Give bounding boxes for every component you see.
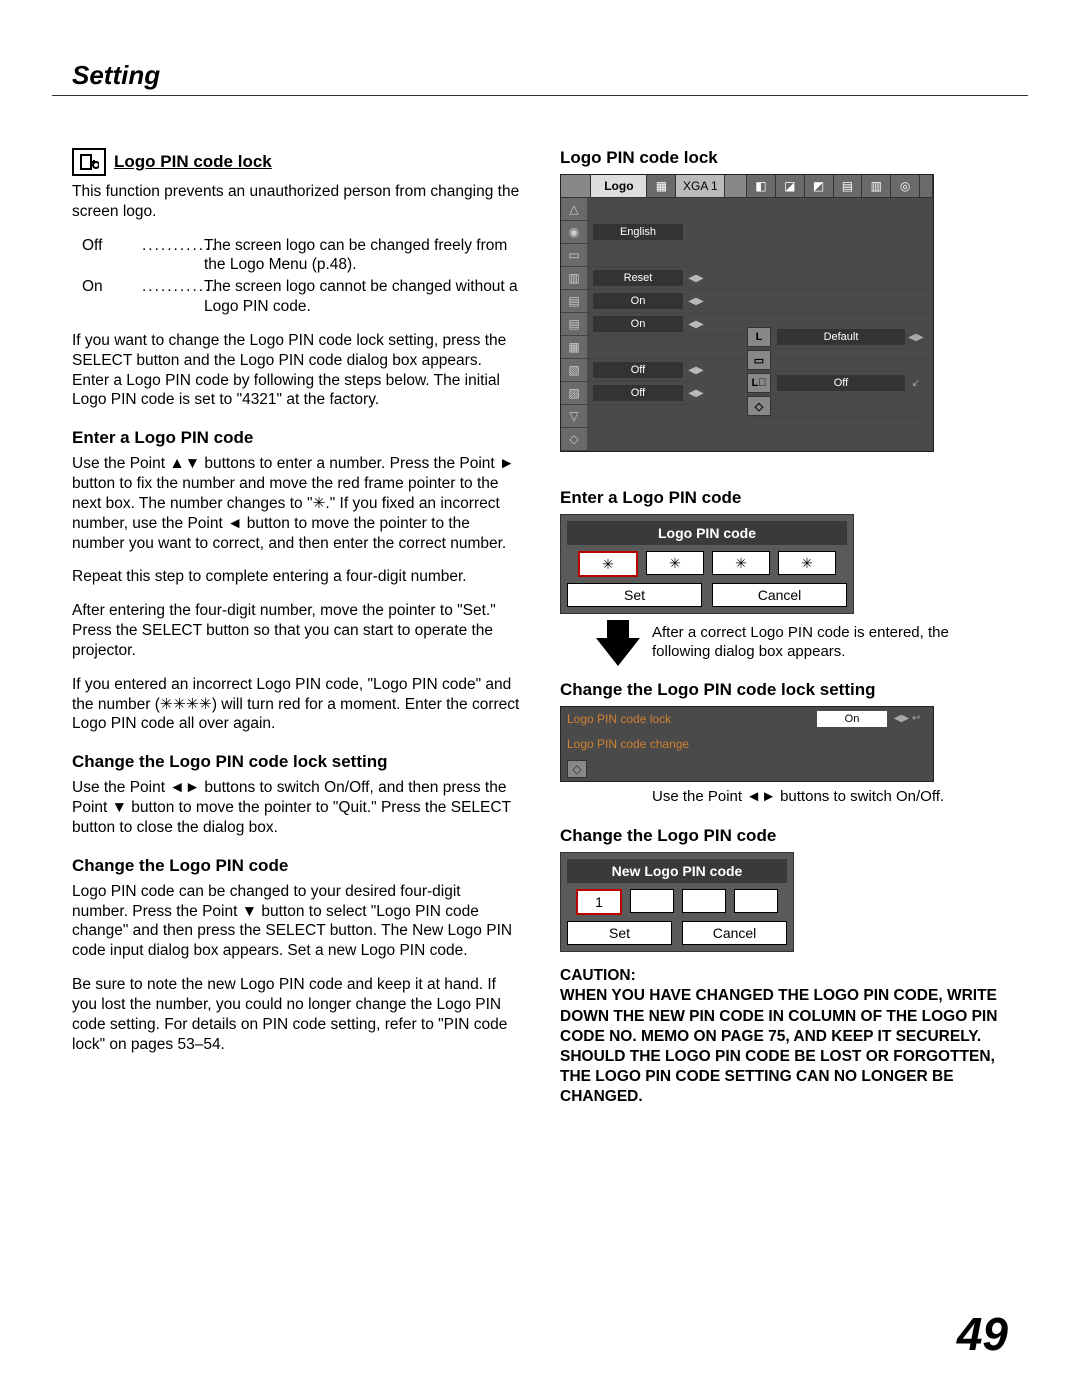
caution-body: when you have changed the logo PIN code,…: [560, 986, 1008, 1107]
side-screen-icon[interactable]: ▥: [561, 267, 587, 290]
lock-row-label-1[interactable]: Logo PIN code lock: [567, 712, 817, 726]
heading-change-lock: Change the Logo PIN code lock setting: [72, 752, 520, 772]
panel-top-icon-2: ◧: [747, 175, 776, 197]
setting-on1[interactable]: On: [593, 293, 683, 309]
right-heading-panel: Logo PIN code lock: [560, 148, 1008, 168]
new-pin-digit-3[interactable]: [682, 889, 726, 913]
arrows-icon: ◀▶: [687, 362, 705, 378]
lock-row-val-1[interactable]: On: [817, 711, 887, 727]
panel-logo-label: Logo: [591, 175, 647, 197]
header-rule: [52, 95, 1028, 96]
extra-capture-icon: ▭: [747, 350, 771, 370]
panel-corner-icon: [561, 175, 591, 197]
side-up-icon[interactable]: △: [561, 198, 587, 221]
panel-gap: [725, 175, 747, 197]
setting-off3[interactable]: Off: [777, 375, 905, 391]
arrows-icon: ◀▶: [905, 332, 927, 343]
setting-default[interactable]: Default: [777, 329, 905, 345]
panel-top-icon-4: ◩: [805, 175, 834, 197]
arrows-back-icon: ◀▶ ↩: [887, 713, 927, 724]
setting-reset[interactable]: Reset: [593, 270, 683, 286]
pin-digit-3[interactable]: ✳: [712, 551, 770, 575]
setting-english[interactable]: English: [593, 224, 683, 240]
setting-off2[interactable]: Off: [593, 385, 683, 401]
dots: ............: [142, 236, 204, 276]
off-key: Off: [82, 236, 142, 276]
extra-quit-icon: ◇: [747, 396, 771, 416]
pin-set-button[interactable]: Set: [567, 583, 702, 607]
new-pin-digit-4[interactable]: [734, 889, 778, 913]
side-quit-icon[interactable]: ◇: [561, 428, 587, 451]
panel-top-icon-5: ▤: [834, 175, 863, 197]
panel-top-icon-6: ▥: [862, 175, 891, 197]
settings-panel: Logo ▦ XGA 1 ◧ ◪ ◩ ▤ ▥ ◎ △ ◉ ▭: [560, 174, 934, 452]
enter-p3: After entering the four-digit number, mo…: [72, 601, 520, 660]
pin-digit-4[interactable]: ✳: [778, 551, 836, 575]
page-number: 49: [957, 1307, 1008, 1361]
panel-mode-label: XGA 1: [676, 175, 725, 197]
enter-p1: Use the Point ▲▼ buttons to enter a numb…: [72, 454, 520, 553]
new-pin-set-button[interactable]: Set: [567, 921, 672, 945]
pin-dialog: Logo PIN code ✳ ✳ ✳ ✳ Set Cancel: [560, 514, 854, 614]
heading-enter-pin: Enter a Logo PIN code: [72, 428, 520, 448]
hint-text: Use the Point ◄► buttons to switch On/Of…: [652, 788, 1008, 807]
new-pin-digit-2[interactable]: [630, 889, 674, 913]
setting-on2[interactable]: On: [593, 316, 683, 332]
quit-icon[interactable]: ◇: [567, 760, 587, 778]
para-change-intro: If you want to change the Logo PIN code …: [72, 331, 520, 410]
arrows-icon: ◀▶: [687, 270, 705, 286]
change-pin-p1: Logo PIN code can be changed to your des…: [72, 882, 520, 961]
panel-top-icon-3: ◪: [776, 175, 805, 197]
new-pin-dialog: New Logo PIN code 1 Set Cancel: [560, 852, 794, 952]
new-pin-title: New Logo PIN code: [567, 859, 787, 883]
arrows-icon: ◀▶: [687, 316, 705, 332]
pin-dialog-title: Logo PIN code: [567, 521, 847, 545]
panel-extra-box: L Default ◀▶ ▭ L⃘ Off ↙: [747, 294, 927, 418]
new-pin-cancel-button[interactable]: Cancel: [682, 921, 787, 945]
setting-off1[interactable]: Off: [593, 362, 683, 378]
side-globe-icon[interactable]: ◉: [561, 221, 587, 244]
side-ceiling-icon[interactable]: ▧: [561, 359, 587, 382]
right-heading-change-lock: Change the Logo PIN code lock setting: [560, 680, 1008, 700]
dots: ............: [142, 277, 204, 317]
panel-top-icon-7: ◎: [891, 175, 920, 197]
on-val: The screen logo cannot be changed withou…: [204, 277, 520, 317]
lock-row-label-2[interactable]: Logo PIN code change: [567, 737, 927, 751]
lock-panel: Logo PIN code lock On ◀▶ ↩ Logo PIN code…: [560, 706, 934, 782]
side-rear-icon[interactable]: ▨: [561, 382, 587, 405]
pin-digit-2[interactable]: ✳: [646, 551, 704, 575]
side-proj-icon[interactable]: ▭: [561, 244, 587, 267]
change-pin-p2: Be sure to note the new Logo PIN code an…: [72, 975, 520, 1054]
on-key: On: [82, 277, 142, 317]
enter-p4: If you entered an incorrect Logo PIN cod…: [72, 675, 520, 734]
after-arrow-text: After a correct Logo PIN code is entered…: [652, 624, 1008, 662]
new-pin-digit-1[interactable]: 1: [576, 889, 622, 915]
heading-change-pin: Change the Logo PIN code: [72, 856, 520, 876]
side-logo-icon[interactable]: ▦: [561, 336, 587, 359]
intro-text: This function prevents an unauthorized p…: [72, 182, 520, 222]
heading-logo-pin: Logo PIN code lock: [114, 152, 272, 172]
enter-p2: Repeat this step to complete entering a …: [72, 567, 520, 587]
pointer-icon: ↙: [905, 378, 927, 389]
caution-title: caution:: [560, 966, 1008, 986]
side-display2-icon[interactable]: ▤: [561, 313, 587, 336]
panel-top-icon-1: ▦: [647, 175, 676, 197]
change-lock-p: Use the Point ◄► buttons to switch On/Of…: [72, 778, 520, 837]
panel-top-rest: [920, 175, 933, 197]
arrows-icon: ◀▶: [687, 385, 705, 401]
pin-cancel-button[interactable]: Cancel: [712, 583, 847, 607]
side-down-icon[interactable]: ▽: [561, 405, 587, 428]
extra-lock-icon: L⃘: [747, 373, 771, 393]
side-display1-icon[interactable]: ▤: [561, 290, 587, 313]
extra-l-icon: L: [747, 327, 771, 347]
logo-pin-icon: [72, 148, 106, 176]
arrows-icon: ◀▶: [687, 293, 705, 309]
pin-digit-1[interactable]: ✳: [578, 551, 638, 577]
page-section-title: Setting: [72, 60, 1008, 91]
right-heading-enter: Enter a Logo PIN code: [560, 488, 1008, 508]
off-val: The screen logo can be changed freely fr…: [204, 236, 520, 276]
right-heading-change-pin: Change the Logo PIN code: [560, 826, 1008, 846]
